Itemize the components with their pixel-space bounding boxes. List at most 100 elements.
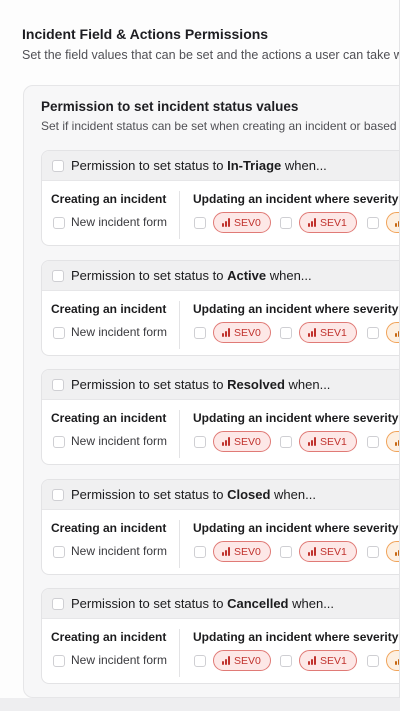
severity-badge: SEV1: [299, 212, 357, 233]
create-column-title: Creating an incident: [51, 411, 167, 425]
signal-bars-icon: [395, 437, 399, 446]
permission-title: Permission to set status to Closed when.…: [71, 487, 316, 502]
section-title: Permission to set incident status values: [41, 99, 299, 114]
permission-title: Permission to set status to Resolved whe…: [71, 377, 330, 392]
signal-bars-icon: [308, 547, 316, 556]
permission-title-suffix: when...: [284, 377, 331, 392]
signal-bars-icon: [222, 328, 230, 337]
severity-checkbox[interactable]: [280, 217, 292, 229]
signal-bars-icon: [308, 437, 316, 446]
signal-bars-icon: [395, 547, 399, 556]
permission-title-suffix: when...: [266, 268, 312, 283]
severity-checkbox[interactable]: [280, 655, 292, 667]
severity-checkbox[interactable]: [280, 327, 292, 339]
permission-title-suffix: when...: [270, 487, 316, 502]
permission-active: Permission to set status to Active when.…: [41, 260, 399, 356]
severity-checkbox[interactable]: [367, 655, 379, 667]
permission-title-prefix: Permission to set status to: [71, 268, 228, 283]
permission-in-triage: Permission to set status to In-Triage wh…: [41, 150, 399, 246]
column-divider: [179, 629, 180, 677]
severity-label: SEV1: [320, 545, 347, 558]
column-divider: [179, 410, 180, 458]
signal-bars-icon: [308, 328, 316, 337]
create-column-title: Creating an incident: [51, 630, 167, 644]
severity-checkbox[interactable]: [367, 217, 379, 229]
severity-badge: SEV1: [299, 541, 357, 562]
new-incident-form-checkbox[interactable]: [53, 436, 65, 448]
new-incident-form-checkbox[interactable]: [53, 655, 65, 667]
severity-checkbox[interactable]: [194, 655, 206, 667]
severity-checkbox[interactable]: [194, 217, 206, 229]
severity-badge: [386, 431, 399, 452]
severity-badge: SEV0: [213, 212, 271, 233]
status-name: Cancelled: [227, 596, 289, 611]
permission-header: Permission to set status to Active when.…: [42, 261, 399, 291]
permission-header: Permission to set status to Cancelled wh…: [42, 589, 399, 619]
permission-title-prefix: Permission to set status to: [71, 487, 228, 502]
signal-bars-icon: [222, 437, 230, 446]
severity-badge: SEV0: [213, 541, 271, 562]
severity-label: SEV1: [320, 435, 347, 448]
create-column-title: Creating an incident: [51, 521, 167, 535]
signal-bars-icon: [395, 656, 399, 665]
severity-badge: SEV0: [213, 431, 271, 452]
permission-title-prefix: Permission to set status to: [71, 158, 228, 173]
signal-bars-icon: [308, 656, 316, 665]
severity-badge: SEV1: [299, 431, 357, 452]
permission-checkbox[interactable]: [52, 489, 64, 501]
section-subtitle: Set if incident status can be set when c…: [41, 119, 400, 133]
column-divider: [179, 301, 180, 349]
signal-bars-icon: [222, 547, 230, 556]
column-divider: [179, 520, 180, 568]
severity-checkbox[interactable]: [367, 436, 379, 448]
severity-checkbox[interactable]: [280, 436, 292, 448]
signal-bars-icon: [222, 218, 230, 227]
update-column-title: Updating an incident where severity is..…: [193, 630, 400, 644]
severity-label: SEV0: [234, 654, 261, 667]
status-name: In-Triage: [227, 158, 282, 173]
severity-badge: SEV1: [299, 650, 357, 671]
permission-header: Permission to set status to In-Triage wh…: [42, 151, 399, 181]
permission-checkbox[interactable]: [52, 379, 64, 391]
new-incident-form-checkbox[interactable]: [53, 327, 65, 339]
severity-badge: SEV0: [213, 650, 271, 671]
new-incident-form-label: New incident form: [71, 434, 168, 448]
severity-badge: [386, 650, 399, 671]
severity-checkbox[interactable]: [194, 546, 206, 558]
signal-bars-icon: [222, 656, 230, 665]
new-incident-form-label: New incident form: [71, 215, 168, 229]
permissions-page: Incident Field & Actions Permissions Set…: [0, 0, 400, 698]
status-name: Active: [227, 268, 267, 283]
permission-checkbox[interactable]: [52, 270, 64, 282]
permission-checkbox[interactable]: [52, 598, 64, 610]
severity-label: SEV1: [320, 216, 347, 229]
bottom-strip: [0, 698, 400, 711]
permission-title-prefix: Permission to set status to: [71, 377, 228, 392]
new-incident-form-checkbox[interactable]: [53, 546, 65, 558]
severity-checkbox[interactable]: [367, 327, 379, 339]
severity-badge: [386, 541, 399, 562]
column-divider: [179, 191, 180, 239]
page-subtitle: Set the field values that can be set and…: [22, 48, 400, 62]
severity-checkbox[interactable]: [194, 436, 206, 448]
severity-checkbox[interactable]: [194, 327, 206, 339]
severity-label: SEV0: [234, 435, 261, 448]
permission-header: Permission to set status to Closed when.…: [42, 480, 399, 510]
create-column-title: Creating an incident: [51, 192, 167, 206]
page-title: Incident Field & Actions Permissions: [22, 26, 269, 42]
severity-checkbox[interactable]: [280, 546, 292, 558]
severity-label: SEV0: [234, 545, 261, 558]
severity-badge: [386, 322, 399, 343]
new-incident-form-checkbox[interactable]: [53, 217, 65, 229]
severity-label: SEV1: [320, 654, 347, 667]
permission-title: Permission to set status to Cancelled wh…: [71, 596, 334, 611]
permission-title-suffix: when...: [288, 596, 335, 611]
signal-bars-icon: [395, 218, 399, 227]
new-incident-form-label: New incident form: [71, 544, 168, 558]
new-incident-form-label: New incident form: [71, 653, 168, 667]
permission-title: Permission to set status to Active when.…: [71, 268, 312, 283]
severity-checkbox[interactable]: [367, 546, 379, 558]
update-column-title: Updating an incident where severity is..…: [193, 521, 400, 535]
permission-checkbox[interactable]: [52, 160, 64, 172]
new-incident-form-label: New incident form: [71, 325, 168, 339]
